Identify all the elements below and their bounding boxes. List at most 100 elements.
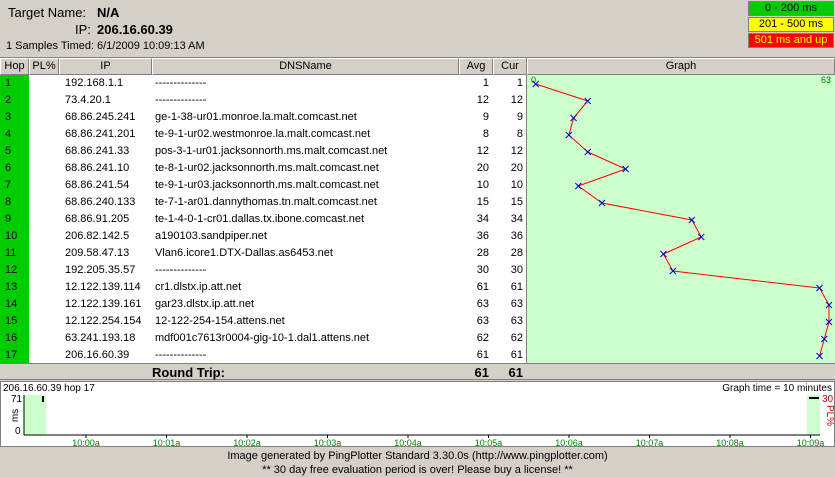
legend-yellow: 201 - 500 ms xyxy=(748,17,834,32)
hop-cur: 61 xyxy=(510,281,523,293)
hop-avg: 34 xyxy=(476,213,489,225)
latency-point xyxy=(622,165,629,173)
hop-row[interactable]: 4 68.86.241.201 te-9-1-ur02.westmonroe.la.… xyxy=(0,126,527,143)
hop-row[interactable]: 12 192.205.35.57 -------------- 30 30 xyxy=(0,262,527,279)
latency-graph: 0 63 xyxy=(527,75,835,364)
col-cur[interactable]: Cur xyxy=(493,58,527,75)
hop-pl xyxy=(29,177,59,194)
hop-ip: 68.86.241.33 xyxy=(65,145,130,157)
latency-graph-svg: 0 63 xyxy=(531,75,833,360)
hop-pl xyxy=(29,194,59,211)
col-pl-label: PL% xyxy=(32,60,56,72)
hop-cur: 36 xyxy=(510,230,523,242)
hop-pl xyxy=(29,75,59,92)
hop-number: 11 xyxy=(0,245,29,262)
latency-point xyxy=(820,335,828,343)
col-ip[interactable]: IP xyxy=(59,58,152,75)
hop-pl xyxy=(29,160,59,177)
hop-dnsname: 12-122-254-154.attens.net xyxy=(155,315,285,327)
header: Target Name: N/A IP: 206.16.60.39 1 Samp… xyxy=(0,0,835,57)
latency-line-segment xyxy=(691,219,702,238)
hop-dnsname: te-1-4-0-1-cr01.dallas.tx.ibone.comcast.… xyxy=(155,213,365,225)
timeline-sample-bg-end xyxy=(807,395,820,435)
col-pl[interactable]: PL% xyxy=(29,58,59,75)
samples-value: 6/1/2009 10:09:13 AM xyxy=(97,40,205,52)
hop-row[interactable]: 11 209.58.47.13 Vlan6.icore1.DTX-Dallas.as… xyxy=(0,245,527,262)
hop-ip: 68.86.240.133 xyxy=(65,196,136,208)
hop-number: 4 xyxy=(0,126,29,143)
latency-line-segment xyxy=(601,202,692,221)
latency-line-segment xyxy=(663,253,674,272)
hop-number: 16 xyxy=(0,330,29,347)
col-dnsname-label: DNSName xyxy=(279,60,332,72)
hop-cur: 15 xyxy=(510,196,523,208)
target-name-value: N/A xyxy=(97,5,120,20)
round-trip-row: Round Trip: 61 61 xyxy=(0,363,835,380)
hop-dnsname: ge-1-38-ur01.monroe.la.malt.comcast.net xyxy=(155,111,357,123)
hop-number: 7 xyxy=(0,177,29,194)
hop-row[interactable]: 2 73.4.20.1 -------------- 12 12 xyxy=(0,92,527,109)
hop-dnsname: -------------- xyxy=(155,349,207,361)
hop-number: 8 xyxy=(0,194,29,211)
hop-row[interactable]: 5 68.86.241.33 pos-3-1-ur01.jacksonnorth.m… xyxy=(0,143,527,160)
time-graph: 206.16.60.39 hop 17 Graph time = 10 minu… xyxy=(0,381,835,448)
hop-number: 5 xyxy=(0,143,29,160)
hop-dnsname: te-7-1-ar01.dannythomas.tn.malt.comcast.… xyxy=(155,196,377,208)
hop-cur: 63 xyxy=(510,298,523,310)
hop-avg: 20 xyxy=(476,162,489,174)
hop-row[interactable]: 6 68.86.241.10 te-8-1-ur02.jacksonnorth.ms… xyxy=(0,160,527,177)
col-hop-label: Hop xyxy=(4,60,25,72)
hop-row[interactable]: 17 206.16.60.39 -------------- 61 61 xyxy=(0,347,527,364)
latency-point xyxy=(816,352,823,360)
hop-row[interactable]: 16 63.241.193.18 mdf001c7613r0004-gig-10-1… xyxy=(0,330,527,347)
hop-number: 2 xyxy=(0,92,29,109)
hop-dnsname: pos-3-1-ur01.jacksonnorth.ms.malt.comcas… xyxy=(155,145,388,157)
hop-row[interactable]: 9 68.86.91.205 te-1-4-0-1-cr01.dallas.tx.i… xyxy=(0,211,527,228)
hop-dnsname: -------------- xyxy=(155,94,207,106)
hop-number: 1 xyxy=(0,75,29,92)
hop-pl xyxy=(29,296,59,313)
footer-line1: Image generated by PingPlotter Standard … xyxy=(227,450,608,462)
hop-cur: 28 xyxy=(510,247,523,259)
target-name-label: Target Name: xyxy=(8,5,87,20)
legend-yellow-label: 201 - 500 ms xyxy=(758,18,824,30)
latency-line-segment xyxy=(663,236,702,255)
hop-pl xyxy=(29,245,59,262)
hop-dnsname: te-9-1-ur03.jacksonnorth.ms.malt.comcast… xyxy=(155,179,379,191)
hop-ip: 12.122.139.161 xyxy=(65,298,142,310)
col-graph-label: Graph xyxy=(665,60,697,72)
hop-number: 10 xyxy=(0,228,29,245)
latency-point xyxy=(584,148,592,156)
hop-number: 17 xyxy=(0,347,29,364)
latency-point xyxy=(574,182,582,190)
hop-pl xyxy=(29,92,59,109)
col-dnsname[interactable]: DNSName xyxy=(152,58,459,75)
col-graph[interactable]: Graph xyxy=(527,58,835,75)
hop-row[interactable]: 15 12.122.254.154 12-122-254-154.attens.ne… xyxy=(0,313,527,330)
hop-dnsname: mdf001c7613r0004-gig-10-1.dal1.attens.ne… xyxy=(155,332,370,344)
latency-point xyxy=(697,233,705,241)
hop-ip: 63.241.193.18 xyxy=(65,332,136,344)
hop-ip: 68.86.241.54 xyxy=(65,179,130,191)
hop-ip: 73.4.20.1 xyxy=(65,94,111,106)
hop-cur: 8 xyxy=(516,128,523,140)
hop-avg: 1 xyxy=(482,77,489,89)
hop-row[interactable]: 13 12.122.139.114 cr1.dlstx.ip.att.net 61 61 xyxy=(0,279,527,296)
hop-row[interactable]: 10 206.82.142.5 a190103.sandpiper.net 36 36 xyxy=(0,228,527,245)
hop-row[interactable]: 3 68.86.245.241 ge-1-38-ur01.monroe.la.mal… xyxy=(0,109,527,126)
hop-row[interactable]: 14 12.122.139.161 gar23.dlstx.ip.att.net 63… xyxy=(0,296,527,313)
legend-green: 0 - 200 ms xyxy=(748,1,834,16)
hop-row[interactable]: 8 68.86.240.133 te-7-1-ar01.dannythomas.tn… xyxy=(0,194,527,211)
hop-pl xyxy=(29,330,59,347)
hop-row[interactable]: 7 68.86.241.54 te-9-1-ur03.jacksonnorth.ms… xyxy=(0,177,527,194)
legend-red-label: 501 ms and up xyxy=(754,34,828,46)
hop-row[interactable]: 1 192.168.1.1 -------------- 1 1 xyxy=(0,75,527,92)
latency-line-segment xyxy=(587,151,626,170)
hop-avg: 28 xyxy=(476,247,489,259)
hop-dnsname: te-8-1-ur02.jacksonnorth.ms.malt.comcast… xyxy=(155,162,379,174)
hop-pl xyxy=(29,126,59,143)
hop-ip: 192.168.1.1 xyxy=(65,77,124,89)
hop-ip: 12.122.254.154 xyxy=(65,315,142,327)
col-hop[interactable]: Hop xyxy=(0,58,29,75)
col-avg[interactable]: Avg xyxy=(459,58,493,75)
